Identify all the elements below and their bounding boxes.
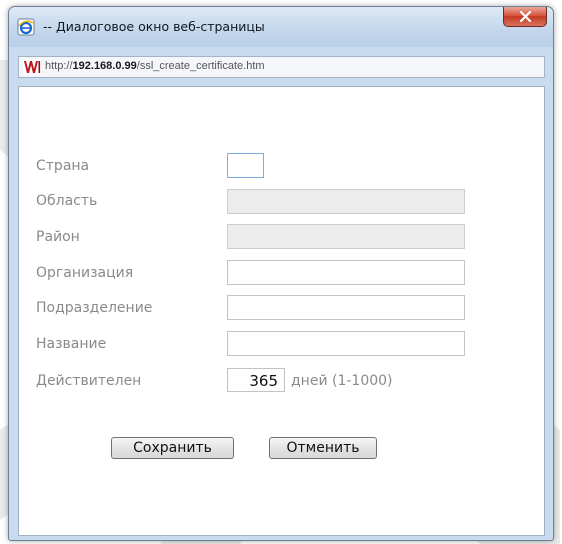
- department-input[interactable]: [227, 295, 465, 320]
- title-bar: -- Диалоговое окно веб-страницы: [9, 7, 553, 47]
- url-path: /ssl_create_certificate.htm: [136, 60, 265, 72]
- close-button[interactable]: [503, 7, 547, 27]
- validity-days-input[interactable]: [227, 368, 285, 392]
- address-bar: http://192.168.0.99/ssl_create_certifica…: [18, 56, 545, 78]
- cancel-button[interactable]: Отменить: [269, 437, 377, 459]
- page-url: http://192.168.0.99/ssl_create_certifica…: [45, 60, 265, 72]
- dialog-window: -- Диалоговое окно веб-страницы http://1…: [8, 6, 554, 541]
- validity-units: дней (1-1000): [291, 373, 393, 389]
- organization-input[interactable]: [227, 260, 465, 285]
- ie-icon: [17, 18, 35, 36]
- name-input[interactable]: [227, 331, 465, 356]
- region-input[interactable]: [227, 189, 465, 214]
- url-prefix: http://: [45, 60, 73, 72]
- district-label: Район: [36, 229, 80, 245]
- valid-label: Действителен: [36, 373, 142, 389]
- country-input[interactable]: [227, 153, 264, 178]
- save-button[interactable]: Сохранить: [111, 437, 234, 459]
- district-input[interactable]: [227, 224, 465, 249]
- window-title: -- Диалоговое окно веб-страницы: [43, 19, 265, 34]
- name-label: Название: [36, 336, 107, 352]
- dialog-content: Страна Область Район Организация Подразд…: [18, 86, 545, 536]
- close-icon: [519, 11, 532, 22]
- department-label: Подразделение: [36, 300, 153, 316]
- country-label: Страна: [36, 158, 90, 174]
- url-host: 192.168.0.99: [72, 60, 137, 72]
- region-label: Область: [36, 193, 98, 209]
- organization-label: Организация: [36, 265, 134, 281]
- site-logo-icon: [23, 59, 41, 75]
